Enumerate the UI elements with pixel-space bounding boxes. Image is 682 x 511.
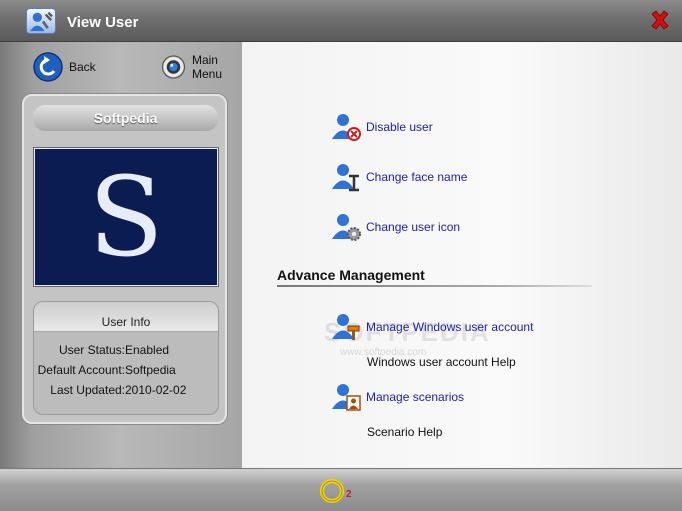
main-menu-label: Main Menu xyxy=(191,53,222,81)
windows-account-help-link[interactable]: Windows user account Help xyxy=(367,355,516,369)
back-arrow-icon xyxy=(32,51,64,83)
info-label: User Status: xyxy=(58,343,125,357)
main-menu-button[interactable]: Main Menu xyxy=(160,51,242,83)
user-settings-icon xyxy=(26,8,56,34)
back-label: Back xyxy=(69,60,96,74)
close-icon xyxy=(651,10,669,30)
left-panel: Back Main Menu Softpedia S User Info Use… xyxy=(0,42,242,468)
info-label: Default Account: xyxy=(37,363,125,377)
user-card: Softpedia S User Info User Status:Enable… xyxy=(22,94,227,424)
info-label: Last Updated: xyxy=(50,383,125,397)
user-info-panel: User Info User Status:Enabled Default Ac… xyxy=(33,301,219,415)
manage-scenarios-link[interactable]: Manage scenarios xyxy=(330,382,464,412)
section-divider xyxy=(277,285,592,287)
change-face-name-label: Change face name xyxy=(366,170,468,184)
avatar-letter: S xyxy=(88,153,164,281)
manage-windows-account-label: Manage Windows user account xyxy=(366,320,534,334)
manage-windows-account-link[interactable]: Manage Windows user account xyxy=(330,312,533,342)
info-row-status: User Status:Enabled xyxy=(34,343,169,357)
user-info-heading: User Info xyxy=(34,302,218,332)
right-panel: Disable user Change face name Change use… xyxy=(242,42,682,468)
disable-user-icon xyxy=(330,112,362,142)
window-title: View User xyxy=(67,14,139,31)
advance-management-heading: Advance Management xyxy=(277,267,425,283)
info-value: Enabled xyxy=(125,343,170,357)
view-user-window: View User Back Main Menu Softpedia S Use… xyxy=(0,0,682,511)
back-button[interactable]: Back xyxy=(32,51,96,83)
change-user-icon-label: Change user icon xyxy=(366,220,461,234)
info-value: Softpedia xyxy=(125,363,176,377)
user-avatar: S xyxy=(34,148,218,286)
o2-logo-button[interactable]: 2 xyxy=(319,478,357,504)
user-tools-icon xyxy=(330,312,362,342)
user-scenario-icon xyxy=(330,382,362,412)
change-face-name-link[interactable]: Change face name xyxy=(330,162,467,192)
main-menu-icon xyxy=(160,51,187,83)
disable-user-label: Disable user xyxy=(366,120,433,134)
rename-user-icon xyxy=(330,162,362,192)
disable-user-link[interactable]: Disable user xyxy=(330,112,433,142)
user-gear-icon xyxy=(330,212,362,242)
o2-logo-mark: 2 xyxy=(346,489,352,500)
info-row-default-account: Default Account:Softpedia xyxy=(34,363,176,377)
info-value: 2010-02-02 xyxy=(125,383,187,397)
footer-bar: 2 xyxy=(0,468,682,511)
title-bar: View User xyxy=(0,0,682,42)
manage-scenarios-label: Manage scenarios xyxy=(366,390,465,404)
close-button[interactable] xyxy=(648,8,672,32)
change-user-icon-link[interactable]: Change user icon xyxy=(330,212,460,242)
o2-logo-icon: 2 xyxy=(320,479,352,503)
scenario-help-link[interactable]: Scenario Help xyxy=(367,425,442,439)
info-row-last-updated: Last Updated:2010-02-02 xyxy=(34,383,186,397)
user-name: Softpedia xyxy=(33,105,218,131)
